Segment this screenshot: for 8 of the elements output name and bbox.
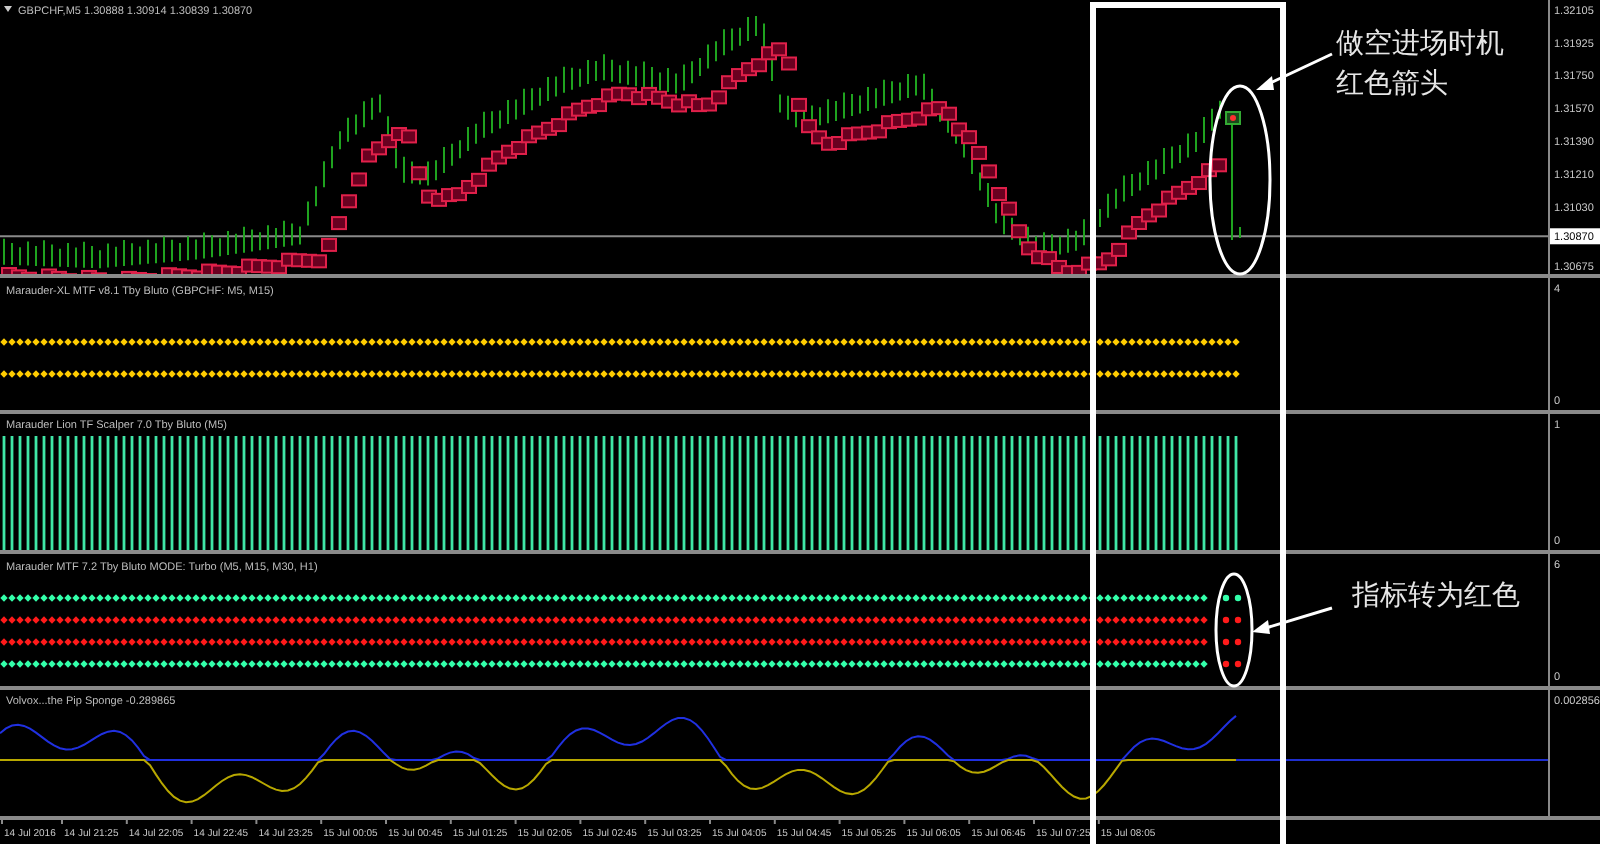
annotation-text: 做空进场时机: [1336, 26, 1504, 64]
annotation-text: 红色箭头: [1336, 66, 1450, 104]
pointer-arrow: [1252, 606, 1333, 634]
highlight-ellipse: [1214, 572, 1254, 688]
annotation-text: 指标转为红色: [1352, 578, 1520, 616]
dropdown-icon[interactable]: [4, 6, 12, 12]
entry-marker-icon: [1225, 111, 1241, 125]
pointer-arrow: [1256, 52, 1333, 90]
